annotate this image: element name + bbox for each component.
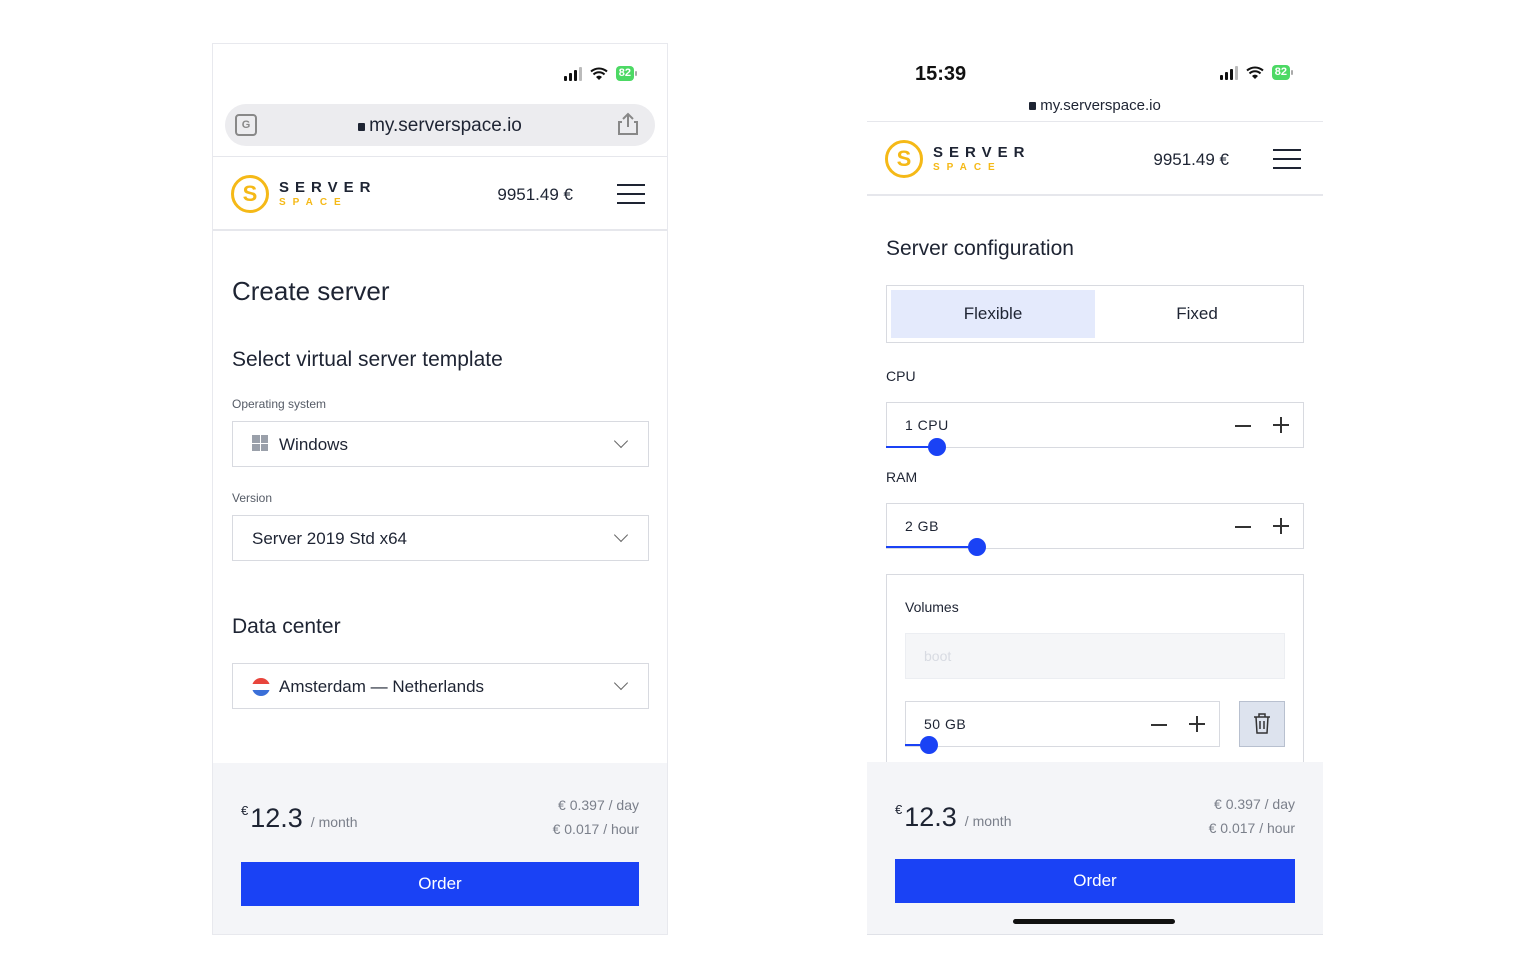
ram-value: 2 GB xyxy=(905,518,939,534)
volume-size-value: 50 GB xyxy=(924,716,967,732)
volume-slider-handle[interactable] xyxy=(920,736,938,754)
battery-icon: 82 xyxy=(615,66,637,81)
template-heading: Select virtual server template xyxy=(232,348,503,371)
version-value: Server 2019 Std x64 xyxy=(252,529,407,548)
logo-text-top: SERVER xyxy=(933,143,1031,161)
price-per-day: € 0.397 / day xyxy=(558,797,639,813)
price-amount: 12.3 xyxy=(904,802,957,832)
url-text: my.serverspace.io xyxy=(369,115,522,136)
rates: € 0.397 / day € 0.017 / hour xyxy=(553,793,639,841)
signal-icon xyxy=(1219,65,1238,80)
address-bar[interactable]: my.serverspace.io xyxy=(867,97,1323,114)
price-period: / month xyxy=(310,814,358,830)
wifi-icon xyxy=(590,67,608,80)
rates: € 0.397 / day € 0.017 / hour xyxy=(1209,792,1295,840)
battery-icon: 82 xyxy=(1271,65,1293,80)
plus-icon[interactable] xyxy=(1273,518,1289,534)
wifi-icon xyxy=(1246,66,1264,79)
tab-fixed[interactable]: Fixed xyxy=(1095,290,1299,338)
volumes-label: Volumes xyxy=(905,599,959,615)
lock-icon xyxy=(358,123,366,131)
os-select[interactable]: Windows xyxy=(232,421,649,467)
url-text: my.serverspace.io xyxy=(1040,97,1161,114)
cpu-label: CPU xyxy=(886,368,916,384)
price-footer: € 12.3 / month € 0.397 / day € 0.017 / h… xyxy=(867,762,1323,934)
cpu-stepper[interactable]: 1 CPU xyxy=(886,402,1304,448)
minus-icon[interactable] xyxy=(1151,724,1167,726)
chevron-down-icon xyxy=(613,527,629,543)
volumes-panel: Volumes boot 50 GB xyxy=(886,574,1304,774)
datacenter-value: Amsterdam — Netherlands xyxy=(279,677,485,696)
balance[interactable]: 9951.49 € xyxy=(497,185,573,205)
netherlands-flag-icon xyxy=(252,678,270,696)
left-screen: 82 G my.serverspace.io SERVER SPACE 9951… xyxy=(212,43,668,935)
logo-text-bottom: SPACE xyxy=(279,196,348,208)
logo-icon xyxy=(885,140,923,178)
logo[interactable]: SERVER SPACE xyxy=(231,175,376,213)
order-button[interactable]: Order xyxy=(895,859,1295,903)
status-bar: 15:39 82 xyxy=(867,63,1323,85)
lock-icon xyxy=(1029,102,1037,110)
menu-icon[interactable] xyxy=(617,184,645,204)
ram-slider-track xyxy=(886,546,978,548)
clock: 15:39 xyxy=(915,63,967,85)
monthly-price: € 12.3 / month xyxy=(241,803,358,834)
volume-size-stepper[interactable]: 50 GB xyxy=(905,701,1220,747)
right-screen: 15:39 82 my.serverspace.io SERVER SPACE … xyxy=(867,43,1323,935)
share-icon[interactable] xyxy=(617,112,639,136)
price-per-hour: € 0.017 / hour xyxy=(552,821,639,837)
minus-icon[interactable] xyxy=(1235,526,1251,528)
price-footer: € 12.3 / month € 0.397 / day € 0.017 / h… xyxy=(213,763,667,934)
cpu-slider-handle[interactable] xyxy=(928,438,946,456)
ram-stepper[interactable]: 2 GB xyxy=(886,503,1304,549)
signal-icon xyxy=(563,66,582,81)
version-select[interactable]: Server 2019 Std x64 xyxy=(232,515,649,561)
price-amount: 12.3 xyxy=(250,803,303,833)
logo-icon xyxy=(231,175,269,213)
status-bar: 82 xyxy=(213,64,667,86)
plus-icon[interactable] xyxy=(1273,417,1289,433)
minus-icon[interactable] xyxy=(1235,425,1251,427)
config-heading: Server configuration xyxy=(886,237,1074,260)
config-type-toggle: Flexible Fixed xyxy=(886,285,1304,343)
address-bar[interactable]: G my.serverspace.io xyxy=(225,104,655,146)
chevron-down-icon xyxy=(613,433,629,449)
ram-label: RAM xyxy=(886,469,918,485)
currency-symbol: € xyxy=(241,803,249,818)
os-value: Windows xyxy=(279,435,348,454)
chevron-down-icon xyxy=(613,675,629,691)
order-button[interactable]: Order xyxy=(241,862,639,906)
cpu-value: 1 CPU xyxy=(905,417,949,433)
windows-icon xyxy=(252,435,268,451)
price-per-hour: € 0.017 / hour xyxy=(1208,820,1295,836)
price-per-day: € 0.397 / day xyxy=(1214,796,1295,812)
page-title: Create server xyxy=(232,276,390,306)
datacenter-heading: Data center xyxy=(232,615,341,638)
currency-symbol: € xyxy=(895,802,903,817)
tab-flexible[interactable]: Flexible xyxy=(891,290,1095,338)
logo-text-top: SERVER xyxy=(279,178,377,196)
monthly-price: € 12.3 / month xyxy=(895,802,1012,833)
price-period: / month xyxy=(964,813,1012,829)
os-label: Operating system xyxy=(232,397,327,411)
menu-icon[interactable] xyxy=(1273,149,1301,169)
version-label: Version xyxy=(232,491,273,505)
site-header: SERVER SPACE 9951.49 € xyxy=(867,121,1323,196)
logo[interactable]: SERVER SPACE xyxy=(885,140,1030,178)
datacenter-select[interactable]: Amsterdam — Netherlands xyxy=(232,663,649,709)
delete-volume-button[interactable] xyxy=(1239,701,1285,747)
trash-icon xyxy=(1254,713,1270,734)
boot-volume-field: boot xyxy=(905,633,1285,679)
logo-text-bottom: SPACE xyxy=(933,161,1002,173)
boot-placeholder: boot xyxy=(924,648,952,664)
plus-icon[interactable] xyxy=(1189,716,1205,732)
home-indicator xyxy=(1013,919,1175,924)
site-header: SERVER SPACE 9951.49 € xyxy=(213,156,667,231)
ram-slider-handle[interactable] xyxy=(968,538,986,556)
balance[interactable]: 9951.49 € xyxy=(1153,150,1229,170)
